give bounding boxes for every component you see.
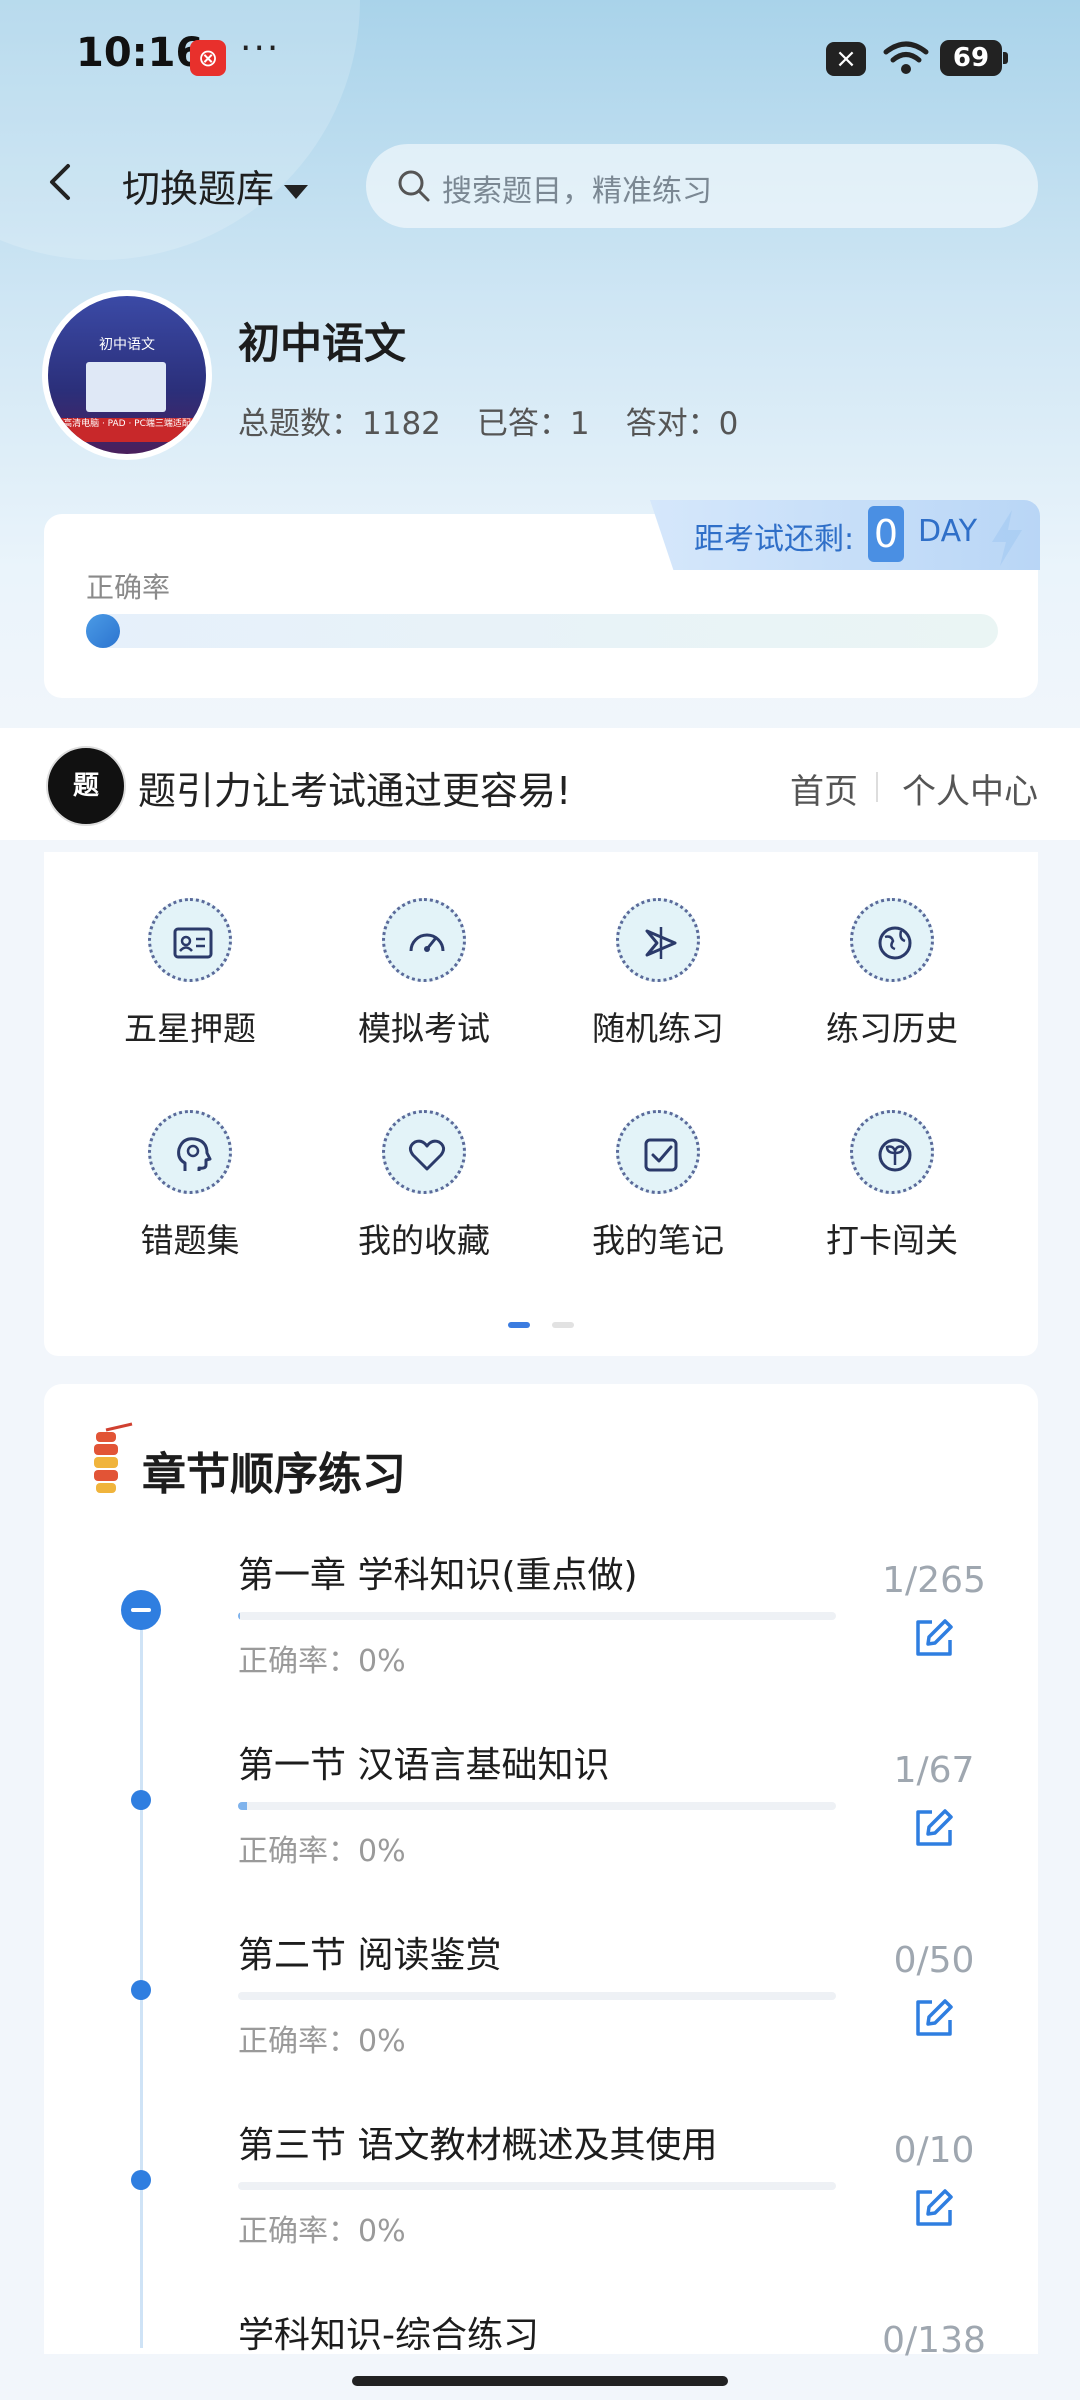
chapter-count: 1/265 — [882, 1560, 986, 1601]
chapter-count: 1/67 — [893, 1750, 975, 1791]
chapter-name[interactable]: 第一章 学科知识(重点做) — [238, 1546, 638, 1598]
chapter-accuracy: 正确率：0% — [238, 2214, 406, 2249]
chapter-name[interactable]: 第二节 阅读鉴赏 — [238, 1926, 501, 1978]
home-link[interactable]: 首页 — [790, 764, 858, 813]
chapter-progress-fill — [238, 1612, 241, 1620]
id-card-icon — [148, 898, 232, 982]
function-wrong-questions[interactable]: 错题集 — [100, 1110, 280, 1262]
function-label: 随机练习 — [592, 1009, 724, 1048]
leaf-icon — [850, 1110, 934, 1194]
edit-icon[interactable] — [912, 1616, 956, 1660]
subject-title: 初中语文 — [238, 319, 407, 368]
app-notification-icon: ⊗ — [190, 40, 226, 76]
function-random-practice[interactable]: 随机练习 — [568, 898, 748, 1050]
lightning-icon — [992, 510, 1022, 566]
chapter-accuracy: 正确率：0% — [238, 1834, 406, 1869]
random-icon — [616, 898, 700, 982]
home-indicator[interactable] — [352, 2376, 728, 2386]
personal-center-link[interactable]: 个人中心 — [902, 764, 1038, 813]
answered-count: 已答：1 — [476, 406, 590, 442]
edit-icon[interactable] — [912, 1806, 956, 1850]
function-label: 练习历史 — [826, 1009, 958, 1048]
chapter-practice-card — [44, 1384, 1038, 2354]
pager-dot — [552, 1322, 574, 1328]
subject-stats: 总题数：1182 已答：1 答对：0 — [238, 398, 774, 443]
correct-count: 答对：0 — [625, 406, 739, 442]
search-icon — [398, 170, 430, 202]
subject-cover-image: 初中语文 高清电脑 · PAD · PC端三端适配 — [42, 290, 212, 460]
chapter-progress-bar — [238, 1992, 836, 2000]
chapter-name[interactable]: 第一节 汉语言基础知识 — [238, 1736, 609, 1788]
globe-icon — [850, 898, 934, 982]
countdown-value: 0 — [868, 506, 904, 562]
search-placeholder: 搜索题目，精准练习 — [442, 174, 712, 209]
switch-bank-dropdown[interactable]: 切换题库 — [122, 158, 309, 213]
chapter-progress-bar — [238, 2182, 836, 2190]
cover-device-graphic — [86, 362, 166, 412]
function-check-in[interactable]: 打卡闯关 — [802, 1110, 982, 1262]
cover-title: 初中语文 — [99, 337, 155, 353]
gauge-icon — [382, 898, 466, 982]
chapter-count: 0/50 — [893, 1940, 975, 1981]
edit-icon[interactable] — [912, 2186, 956, 2230]
heart-icon — [382, 1110, 466, 1194]
function-label: 五星押题 — [124, 1009, 256, 1048]
function-label: 我的笔记 — [592, 1221, 724, 1260]
function-notes[interactable]: 我的笔记 — [568, 1110, 748, 1262]
chapter-accuracy: 正确率：0% — [238, 1644, 406, 1679]
status-bar: 10:16 ⊗ ··· × 69 — [0, 0, 1080, 120]
pager-dot-active — [508, 1322, 530, 1328]
back-button[interactable] — [40, 160, 84, 204]
edit-icon[interactable] — [912, 1996, 956, 2040]
caret-down-icon — [284, 184, 309, 199]
function-label: 模拟考试 — [358, 1009, 490, 1048]
firecracker-icon — [94, 1422, 133, 1493]
divider — [876, 772, 878, 802]
note-check-icon — [616, 1110, 700, 1194]
total-questions: 总题数：1182 — [238, 406, 441, 442]
countdown-unit: DAY — [918, 514, 978, 549]
chapter-count: 0/10 — [893, 2130, 975, 2171]
brand-logo: 题 — [46, 746, 126, 826]
timeline-node — [131, 2170, 151, 2190]
timeline-node — [131, 1980, 151, 2000]
promo-slogan: 题引力让考试通过更容易! — [138, 769, 572, 813]
cover-band-text: 高清电脑 · PAD · PC端三端适配 — [48, 418, 206, 442]
status-time: 10:16 — [76, 30, 204, 76]
chapter-section-title: 章节顺序练习 — [142, 1449, 406, 1500]
chapter-name[interactable]: 第三节 语文教材概述及其使用 — [238, 2116, 717, 2168]
head-icon — [148, 1110, 232, 1194]
function-practice-history[interactable]: 练习历史 — [802, 898, 982, 1050]
collapse-chapter-button[interactable] — [121, 1590, 161, 1630]
more-notifications-icon: ··· — [240, 28, 281, 69]
countdown-label: 距考试还剩: — [694, 522, 855, 557]
function-mock-exam[interactable]: 模拟考试 — [334, 898, 514, 1050]
search-input[interactable]: 搜索题目，精准练习 — [366, 144, 1038, 228]
function-label: 我的收藏 — [358, 1221, 490, 1260]
function-label: 错题集 — [140, 1221, 240, 1260]
switch-bank-label: 切换题库 — [122, 167, 275, 211]
chapter-progress-bar — [238, 1802, 836, 1810]
accuracy-label: 正确率 — [86, 571, 171, 604]
chapter-progress-bar — [238, 1612, 836, 1620]
chapter-progress-fill — [238, 1802, 247, 1810]
function-label: 打卡闯关 — [826, 1221, 958, 1260]
timeline-line — [140, 1608, 143, 2348]
function-favorites[interactable]: 我的收藏 — [334, 1110, 514, 1262]
accuracy-progress-bar — [86, 614, 998, 648]
no-sim-icon: × — [826, 42, 866, 76]
chapter-count: 0/138 — [882, 2320, 986, 2361]
battery-indicator: 69 — [940, 40, 1008, 76]
chapter-accuracy: 正确率：0% — [238, 2024, 406, 2059]
timeline-node — [131, 1790, 151, 1810]
accuracy-progress-knob — [86, 614, 120, 648]
chapter-name[interactable]: 学科知识-综合练习 — [238, 2306, 539, 2358]
promo-bar: 题 题引力让考试通过更容易! 首页 个人中心 — [0, 728, 1080, 840]
wifi-icon — [883, 41, 929, 74]
function-five-star[interactable]: 五星押题 — [100, 898, 280, 1050]
